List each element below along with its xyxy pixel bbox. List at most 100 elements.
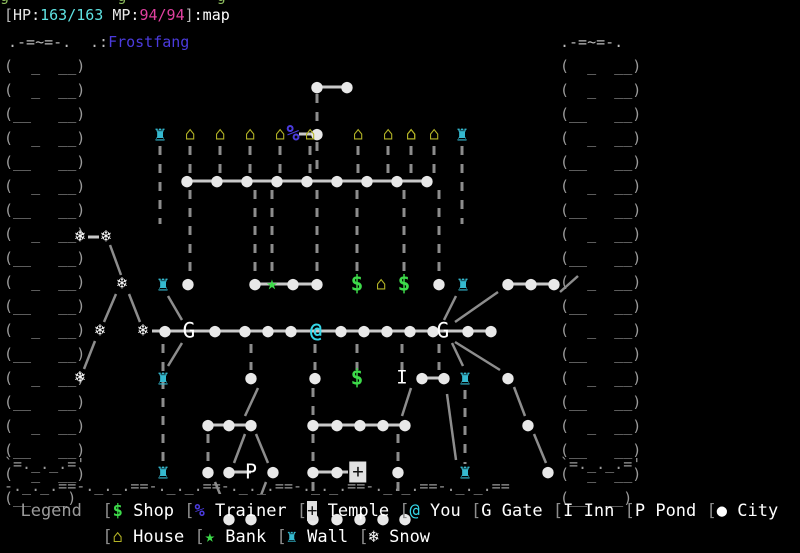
house-glyph: ⌂ xyxy=(405,123,417,145)
city-node: ● xyxy=(404,319,416,342)
wall-glyph[interactable]: ♜ xyxy=(157,368,169,388)
city-node: ● xyxy=(202,460,214,483)
snow-glyph: ❄ xyxy=(74,226,86,247)
legend-title: Legend xyxy=(0,501,103,521)
legend-item-temple: [+ Temple xyxy=(297,501,399,521)
gate-glyph[interactable]: G xyxy=(183,320,196,341)
legend-key-bank-icon: ★ xyxy=(204,527,216,547)
city-node: ● xyxy=(462,319,474,342)
status-bar: [HP:163/163 MP:94/94]:map xyxy=(4,4,230,26)
legend-bracket: [ xyxy=(184,501,195,521)
bank-glyph[interactable]: ★ xyxy=(266,274,277,294)
city-node: ● xyxy=(361,169,373,192)
house-glyph: ⌂ xyxy=(274,123,286,145)
legend-bracket: [ xyxy=(296,501,308,521)
city-node: ● xyxy=(421,169,433,192)
legend-label: Trainer xyxy=(204,501,297,521)
legend-bracket: [ xyxy=(276,527,287,547)
mp-value: 94/94 xyxy=(139,6,185,24)
city-node: ● xyxy=(358,319,370,342)
legend-bracket: [ xyxy=(358,527,369,547)
legend-label: House xyxy=(122,527,195,547)
legend-key-snow-icon: ❄ xyxy=(368,527,379,547)
legend-label: Snow xyxy=(378,527,441,547)
legend-label: Wall xyxy=(296,527,359,547)
wall-glyph[interactable]: ♜ xyxy=(456,124,468,144)
city-node: ● xyxy=(399,413,411,436)
page-title: .:Frostfang xyxy=(90,30,189,54)
legend-key-temple-icon: + xyxy=(307,501,318,521)
legend-label: Inn xyxy=(573,501,625,521)
legend-label: You xyxy=(419,501,471,521)
legend-label: City xyxy=(727,501,789,521)
legend-key-house-icon: ⌂ xyxy=(112,527,123,547)
pond-glyph[interactable]: P xyxy=(245,462,257,482)
legend-bracket: [ xyxy=(102,527,113,547)
wall-glyph[interactable]: ♜ xyxy=(457,274,469,294)
legend-bracket: [ xyxy=(706,501,717,521)
city-node: ● xyxy=(331,460,343,483)
legend-bracket: [ xyxy=(552,501,564,521)
legend-bracket: [ xyxy=(194,527,205,547)
snow-glyph: ❄ xyxy=(100,226,112,247)
legend-item-snow: [❄ Snow xyxy=(358,527,440,547)
legend-label: Pond xyxy=(645,501,707,521)
legend-bracket: [ xyxy=(624,501,635,521)
city-node: ● xyxy=(307,413,319,436)
legend-item-you: [@ You xyxy=(399,501,471,521)
town-map[interactable]: ● ● ● ♜ ⌂ ⌂ ⌂ ⌂ ⌂% ⌂ ⌂ ⌂ ⌂ ⌂ ♜ ● ● ● ● ● ● ● ● ● ❄ ❄ ❄ ❄ ❄ ❄ ♜ ● ● ★ ● ● $ ⌂ $… xyxy=(0,54,800,528)
city-node: ● xyxy=(525,272,537,295)
city-node: ● xyxy=(209,319,221,342)
wall-glyph[interactable]: ♜ xyxy=(157,274,169,294)
city-node: ● xyxy=(377,413,389,436)
legend-indent xyxy=(0,527,102,547)
city-node: ● xyxy=(341,75,353,98)
gate-glyph[interactable]: G xyxy=(437,320,450,341)
wall-glyph[interactable]: ♜ xyxy=(154,124,166,144)
legend-key-city-icon: ● xyxy=(716,501,728,521)
city-node: ● xyxy=(381,319,393,342)
city-node: ● xyxy=(438,366,450,389)
you-glyph[interactable]: @ xyxy=(310,321,322,341)
legend-item-bank: [★ Bank xyxy=(195,527,277,547)
wall-glyph[interactable]: ♜ xyxy=(157,462,169,482)
legend-bracket: [ xyxy=(399,501,410,521)
wall-glyph[interactable]: ♜ xyxy=(459,462,471,482)
shop-glyph[interactable]: $ xyxy=(351,367,364,388)
city-node: ● xyxy=(309,366,321,389)
legend-key-wall-icon: ♜ xyxy=(286,527,297,547)
house-glyph: ⌂ xyxy=(244,123,256,145)
city-node: ● xyxy=(502,272,514,295)
title-deco-right: .-=~=-. xyxy=(560,33,624,51)
city-node: ● xyxy=(416,366,428,389)
temple-glyph[interactable]: + xyxy=(349,461,367,483)
city-node: ● xyxy=(285,319,297,342)
wall-glyph[interactable]: ♜ xyxy=(459,368,471,388)
legend: Legend [$ Shop [% Trainer [+ Temple [@ Y… xyxy=(0,498,800,550)
legend-item-house: [⌂ House xyxy=(102,527,194,547)
legend-key-gate-icon: G xyxy=(481,501,492,521)
city-node: ● xyxy=(182,272,194,295)
legend-row: [⌂ House [★ Bank [♜ Wall [❄ Snow xyxy=(0,524,800,550)
inn-glyph[interactable]: I xyxy=(396,368,407,388)
city-node: ● xyxy=(542,460,554,483)
legend-row: Legend [$ Shop [% Trainer [+ Temple [@ Y… xyxy=(0,498,800,524)
hp-label: HP: xyxy=(13,6,41,24)
shop-glyph[interactable]: $ xyxy=(398,273,411,294)
legend-label: Shop xyxy=(122,501,185,521)
city-node: ● xyxy=(262,319,274,342)
shop-glyph[interactable]: $ xyxy=(351,273,364,294)
snow-glyph: ❄ xyxy=(74,367,86,388)
legend-item-city: [● City xyxy=(707,501,789,521)
city-node: ● xyxy=(354,413,366,436)
legend-item-inn: [I Inn xyxy=(553,501,625,521)
city-node: ● xyxy=(301,169,313,192)
snow-glyph: ❄ xyxy=(116,273,128,294)
snow-glyph: ❄ xyxy=(137,320,149,341)
city-node: ● xyxy=(522,413,534,436)
city-node: ● xyxy=(502,366,514,389)
city-node: ● xyxy=(485,319,497,342)
legend-item-wall: [♜ Wall xyxy=(276,527,358,547)
status-open-bracket: [ xyxy=(4,6,14,24)
trainer-glyph[interactable]: % xyxy=(286,123,299,145)
